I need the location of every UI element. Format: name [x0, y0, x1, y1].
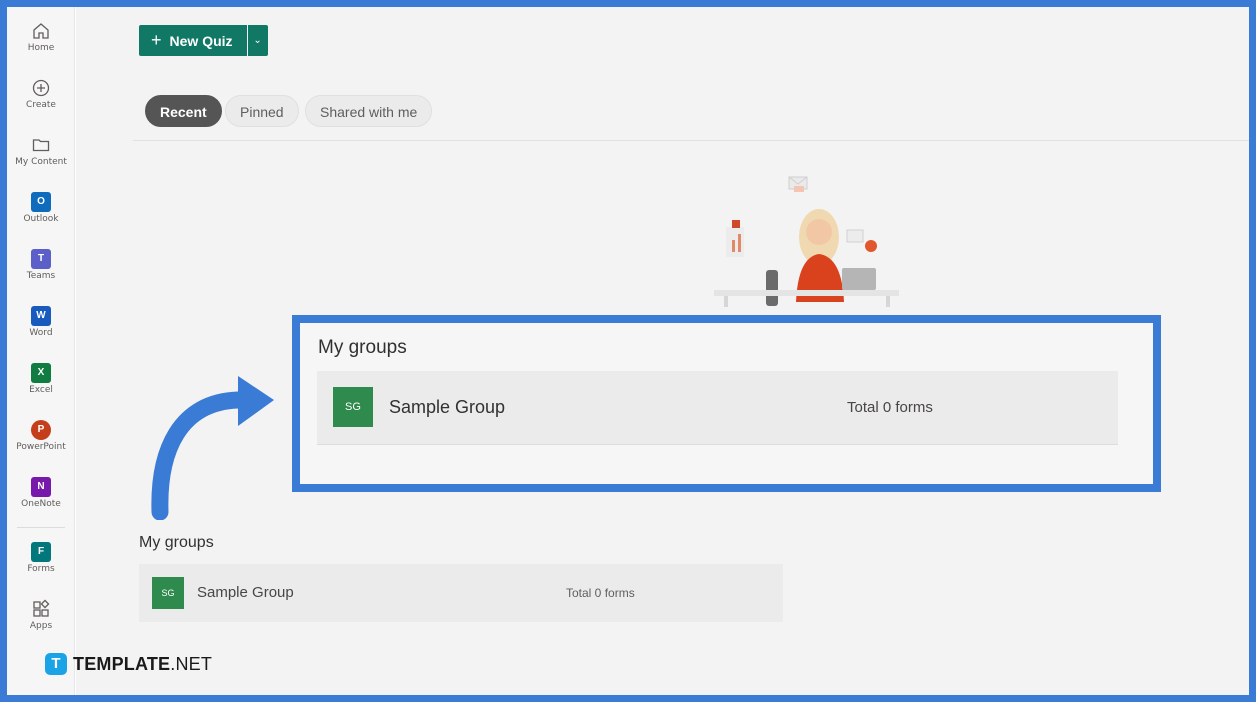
powerpoint-icon: P — [31, 420, 51, 440]
new-quiz-button[interactable]: + New Quiz — [139, 25, 247, 56]
brand-light: .NET — [170, 653, 213, 674]
group-avatar: SG — [333, 387, 373, 427]
rail-label: PowerPoint — [16, 442, 66, 452]
brand-bold: TEMPLATE — [73, 653, 171, 674]
rail-item-forms[interactable]: F Forms — [7, 542, 74, 592]
home-icon — [33, 23, 49, 39]
new-quiz-dropdown-button[interactable]: ⌄ — [247, 25, 268, 56]
rail-item-apps[interactable]: Apps — [7, 599, 74, 649]
new-quiz-label: New Quiz — [169, 32, 233, 49]
group-row[interactable]: SG Sample Group Total 0 forms — [139, 564, 783, 622]
rail-label: Word — [29, 328, 53, 338]
group-name: Sample Group — [389, 397, 506, 417]
excel-icon: X — [31, 363, 51, 383]
empty-state-illustration — [714, 176, 899, 307]
plus-circle-icon — [32, 79, 50, 97]
template-logo-icon: T — [45, 653, 67, 675]
template-net-watermark: T TEMPLATE.NET — [45, 652, 212, 676]
group-name: Sample Group — [197, 584, 294, 601]
rail-item-teams[interactable]: T Teams — [7, 249, 74, 299]
group-form-count: Total 0 forms — [847, 399, 933, 416]
rail-divider — [17, 527, 65, 528]
rail-item-create[interactable]: Create — [7, 78, 74, 128]
rail-item-powerpoint[interactable]: P PowerPoint — [7, 420, 74, 470]
app-rail: Home Create My Content O Outlook T Teams… — [7, 7, 75, 695]
apps-icon — [33, 599, 50, 617]
rail-item-word[interactable]: W Word — [7, 306, 74, 356]
teams-icon: T — [31, 249, 51, 269]
section-divider — [133, 140, 1249, 141]
chevron-down-icon: ⌄ — [253, 35, 262, 46]
rail-item-outlook[interactable]: O Outlook — [7, 192, 74, 242]
rail-label: Forms — [27, 564, 55, 574]
curved-arrow-annotation — [151, 376, 274, 520]
tab-recent[interactable]: Recent — [145, 95, 222, 127]
watermark-text: TEMPLATE.NET — [73, 654, 212, 675]
rail-label: My Content — [15, 157, 67, 167]
rail-label: Create — [26, 100, 56, 110]
plus-icon: + — [151, 30, 162, 50]
group-row-zoomed[interactable]: SG Sample Group Total 0 forms — [317, 371, 1118, 445]
tab-shared-with-me[interactable]: Shared with me — [305, 95, 433, 127]
forms-icon: F — [31, 542, 51, 562]
zoomed-highlight-box: My groups SG Sample Group Total 0 forms — [292, 315, 1161, 492]
group-form-count: Total 0 forms — [566, 586, 635, 600]
word-icon: W — [31, 306, 51, 326]
rail-label: Home — [27, 43, 55, 53]
folder-icon — [32, 139, 50, 152]
rail-item-my-content[interactable]: My Content — [7, 135, 74, 185]
my-groups-heading: My groups — [139, 534, 214, 551]
rail-item-onenote[interactable]: N OneNote — [7, 477, 74, 527]
rail-item-excel[interactable]: X Excel — [7, 363, 74, 413]
new-quiz-split-button: + New Quiz ⌄ — [139, 25, 268, 56]
outlook-icon: O — [31, 192, 51, 212]
rail-label: Teams — [26, 271, 56, 281]
onenote-icon: N — [31, 477, 51, 497]
group-avatar: SG — [152, 577, 184, 609]
rail-label: Outlook — [23, 214, 59, 224]
rail-label: Excel — [29, 385, 53, 395]
my-groups-heading-zoomed: My groups — [318, 337, 407, 358]
rail-label: Apps — [29, 621, 53, 631]
rail-label: OneNote — [21, 499, 61, 509]
rail-item-home[interactable]: Home — [7, 21, 74, 71]
tab-pinned[interactable]: Pinned — [225, 95, 299, 127]
